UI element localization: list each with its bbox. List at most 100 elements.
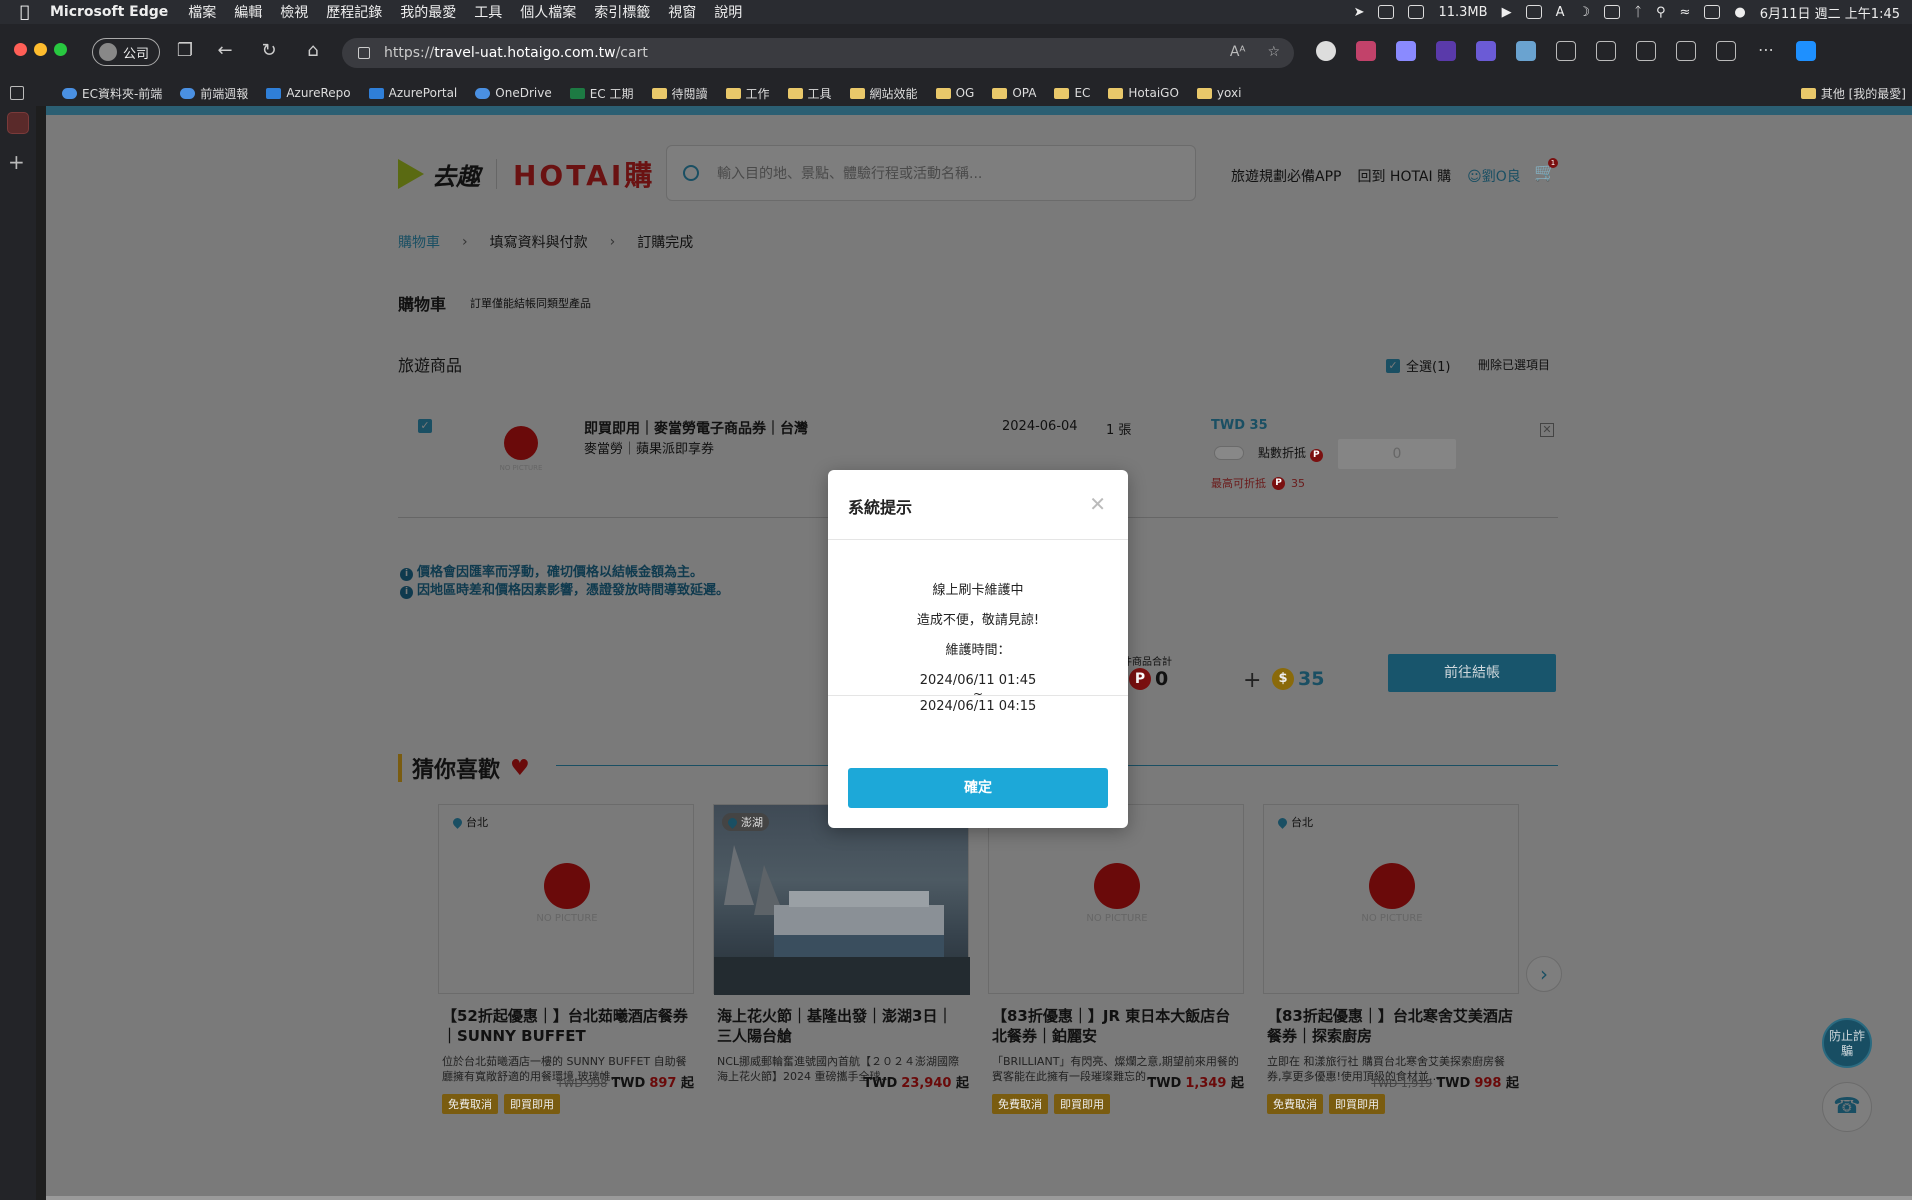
bookmark-ec-folder[interactable]: EC資料夾-前端 [62,85,162,102]
bookmark-azureportal[interactable]: AzurePortal [368,86,457,100]
favorite-star-icon[interactable]: ☆ [1267,44,1280,60]
new-tab-icon[interactable]: + [8,150,25,174]
item-quantity: 1 張 [1106,423,1132,438]
control-center-icon[interactable] [1704,5,1721,19]
home-button[interactable]: ⌂ [302,40,324,62]
menu-tools[interactable]: 工具 [474,2,502,22]
points-toggle[interactable] [1214,446,1244,460]
bookmark-onedrive[interactable]: OneDrive [475,86,552,100]
no-picture-placeholder: NO PICTURE [1352,863,1432,924]
product-card[interactable]: 台北 NO PICTURE 【83折起優惠｜】台北寒舍艾美酒店餐券｜探索廚房 立… [1263,804,1519,1114]
grid-icon[interactable] [1378,5,1395,19]
bluetooth-icon[interactable]: ᛏ [1634,5,1642,20]
menu-window[interactable]: 視窗 [668,2,696,22]
menu-edit[interactable]: 編輯 [234,2,262,22]
points-input[interactable]: 0 [1338,439,1456,469]
bookmark-weekly[interactable]: 前端週報 [180,85,248,102]
academy-extension-icon[interactable] [1436,41,1456,61]
app-link[interactable]: 旅遊規劃必備APP [1231,166,1341,186]
apple-icon[interactable]:  [20,3,38,21]
menu-tabs[interactable]: 索引標籤 [594,2,650,22]
menu-help[interactable]: 說明 [714,2,742,22]
back-to-hotai-link[interactable]: 回到 HOTAI 購 [1357,166,1451,186]
cart-icon[interactable]: 🛒 1 [1534,158,1558,184]
zoom-window-button[interactable] [54,43,67,56]
puzzle-extension-icon[interactable] [1556,41,1576,61]
confirm-button[interactable]: 確定 [848,768,1108,808]
step-cart[interactable]: 購物車 [398,232,440,252]
calendar-icon[interactable] [1408,5,1425,19]
close-window-button[interactable] [14,43,27,56]
lock-icon[interactable] [358,47,370,59]
bookmark-azurerepo[interactable]: AzureRepo [266,86,351,100]
copilot-icon[interactable] [1796,41,1816,61]
wifi-icon[interactable]: ≈ [1679,5,1690,20]
more-options-icon[interactable]: ⋯ [1756,41,1776,61]
item-checkbox[interactable]: ✓ [418,419,432,433]
product-card[interactable]: 台北 NO PICTURE 【52折起優惠｜】台北茹曦酒店餐券｜SUNNY BU… [438,804,694,1114]
bookmark-folder[interactable]: OPA [992,86,1036,100]
split-screen-icon[interactable] [1596,41,1616,61]
bookmark-folder[interactable]: EC [1054,86,1090,100]
user-menu[interactable]: ☺劉O良 [1467,166,1521,186]
cloud-extension-icon[interactable] [1316,41,1336,61]
input-method-icon[interactable]: A [1556,5,1565,20]
checkout-button[interactable]: 前往結帳 [1388,654,1556,692]
search-icon[interactable]: ⚲ [1656,5,1666,20]
anti-fraud-button[interactable]: 防止詐騙 [1822,1018,1872,1068]
site-logo[interactable]: 去趣 HOTAI購 [398,154,655,194]
read-aloud-icon[interactable]: Aᴬ [1230,44,1246,60]
close-icon[interactable]: ✕ [1089,492,1106,516]
browser-essentials-icon[interactable] [1716,41,1736,61]
location-icon[interactable]: ➤ [1354,5,1365,20]
bookmark-other-favorites[interactable]: 其他 [我的最愛] [1800,85,1906,102]
siri-icon[interactable]: ● [1734,5,1745,20]
customer-service-icon[interactable]: ☎ [1822,1082,1872,1132]
workspaces-icon[interactable]: ❐ [174,40,196,62]
battery-icon[interactable] [1604,5,1621,19]
health-icon[interactable] [1676,41,1696,61]
menu-profile[interactable]: 個人檔案 [520,2,576,22]
clock[interactable]: 6月11日 週二 上午1:45 [1760,3,1900,22]
carousel-next-button[interactable]: › [1526,956,1562,992]
bookmark-folder[interactable]: 工作 [725,85,770,102]
no-picture-placeholder: NO PICTURE [1077,863,1157,924]
select-all-checkbox[interactable]: ✓ 全選(1) [1386,356,1450,375]
bookmark-ec-schedule[interactable]: EC 工期 [569,85,634,102]
translate-extension-icon[interactable] [1356,41,1376,61]
network-monitor[interactable]: 11.3MB [1438,5,1487,20]
refresh-button[interactable]: ↻ [258,40,280,62]
screenshot-extension-icon[interactable] [1516,41,1536,61]
address-bar[interactable]: https://travel-uat.hotaigo.com.tw/cart A… [342,38,1294,68]
product-card[interactable]: 澎湖 海上花火節｜基隆出發｜澎湖3日｜三人陽台艙 NCL挪威郵輪奮進號國內首航【… [713,804,970,1091]
keyboard-icon[interactable] [1525,5,1542,19]
bookmark-folder[interactable]: 待閱讀 [651,85,708,102]
moon-icon[interactable]: ☽ [1578,5,1590,20]
dialog-header: 系統提示 ✕ [828,470,1128,540]
back-button[interactable]: ← [214,40,236,62]
collections-icon[interactable] [1636,41,1656,61]
sidebar-toggle-icon[interactable] [10,86,24,100]
menu-view[interactable]: 檢視 [280,2,308,22]
remove-item-icon[interactable]: ✕ [1540,423,1554,437]
play-icon[interactable]: ▶ [1502,5,1512,20]
minimize-window-button[interactable] [34,43,47,56]
profile-button[interactable]: 公司 [92,38,160,66]
product-card[interactable]: NO PICTURE 【83折優惠｜】JR 東日本大飯店台北餐券｜鉑麗安 「BR… [988,804,1244,1114]
search-input[interactable]: 輸入目的地、景點、體驗行程或活動名稱... [666,145,1196,201]
bookmark-folder[interactable]: OG [935,86,974,100]
d-extension-icon[interactable] [1476,41,1496,61]
bookmark-folder[interactable]: HotaiGO [1108,86,1179,100]
bookmark-folder[interactable]: 網站效能 [849,85,918,102]
bookmark-folder[interactable]: 工具 [787,85,832,102]
app-name[interactable]: Microsoft Edge [50,4,168,20]
menu-favorites[interactable]: 我的最愛 [400,2,456,22]
bookmark-folder[interactable]: yoxi [1196,86,1241,100]
heading-bar [398,754,402,782]
active-tab[interactable] [7,112,29,134]
menu-history[interactable]: 歷程記錄 [326,2,382,22]
eyedropper-extension-icon[interactable] [1396,41,1416,61]
menu-file[interactable]: 檔案 [188,2,216,22]
item-name[interactable]: 即買即用｜麥當勞電子商品券｜台灣 [584,418,808,438]
delete-selected-button[interactable]: 刪除已選項目 [1478,356,1550,373]
